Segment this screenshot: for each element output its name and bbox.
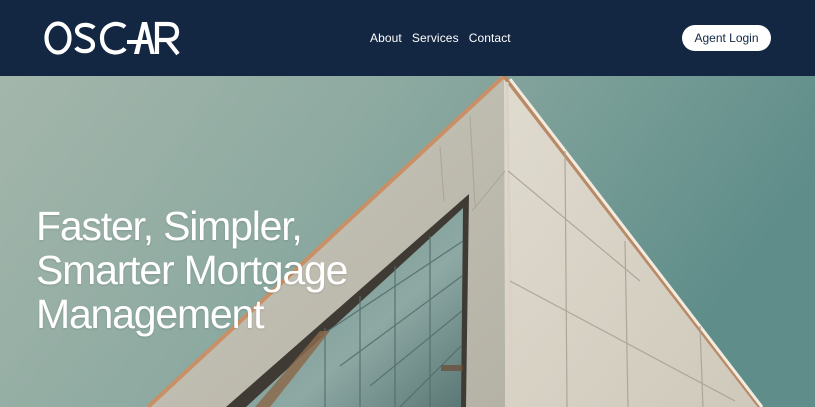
hero-headline-line-3: Management [36, 291, 265, 337]
oscar-logo-mark [44, 21, 180, 56]
hero-headline-line-2: Smarter Mortgage [36, 247, 348, 293]
hero-headline: Faster, Simpler, Smarter Mortgage Manage… [36, 204, 436, 336]
top-navbar: About Services Contact Agent Login [0, 0, 815, 76]
hero-headline-line-1: Faster, Simpler, [36, 203, 303, 249]
main-nav: About Services Contact [370, 31, 511, 45]
oscar-logo[interactable] [44, 18, 182, 58]
landing-page: About Services Contact Agent Login Faste… [0, 0, 815, 407]
hero-section: Faster, Simpler, Smarter Mortgage Manage… [0, 76, 815, 407]
nav-link-services[interactable]: Services [412, 31, 459, 45]
nav-link-about[interactable]: About [370, 31, 402, 45]
agent-login-button[interactable]: Agent Login [682, 25, 771, 51]
nav-link-contact[interactable]: Contact [469, 31, 511, 45]
